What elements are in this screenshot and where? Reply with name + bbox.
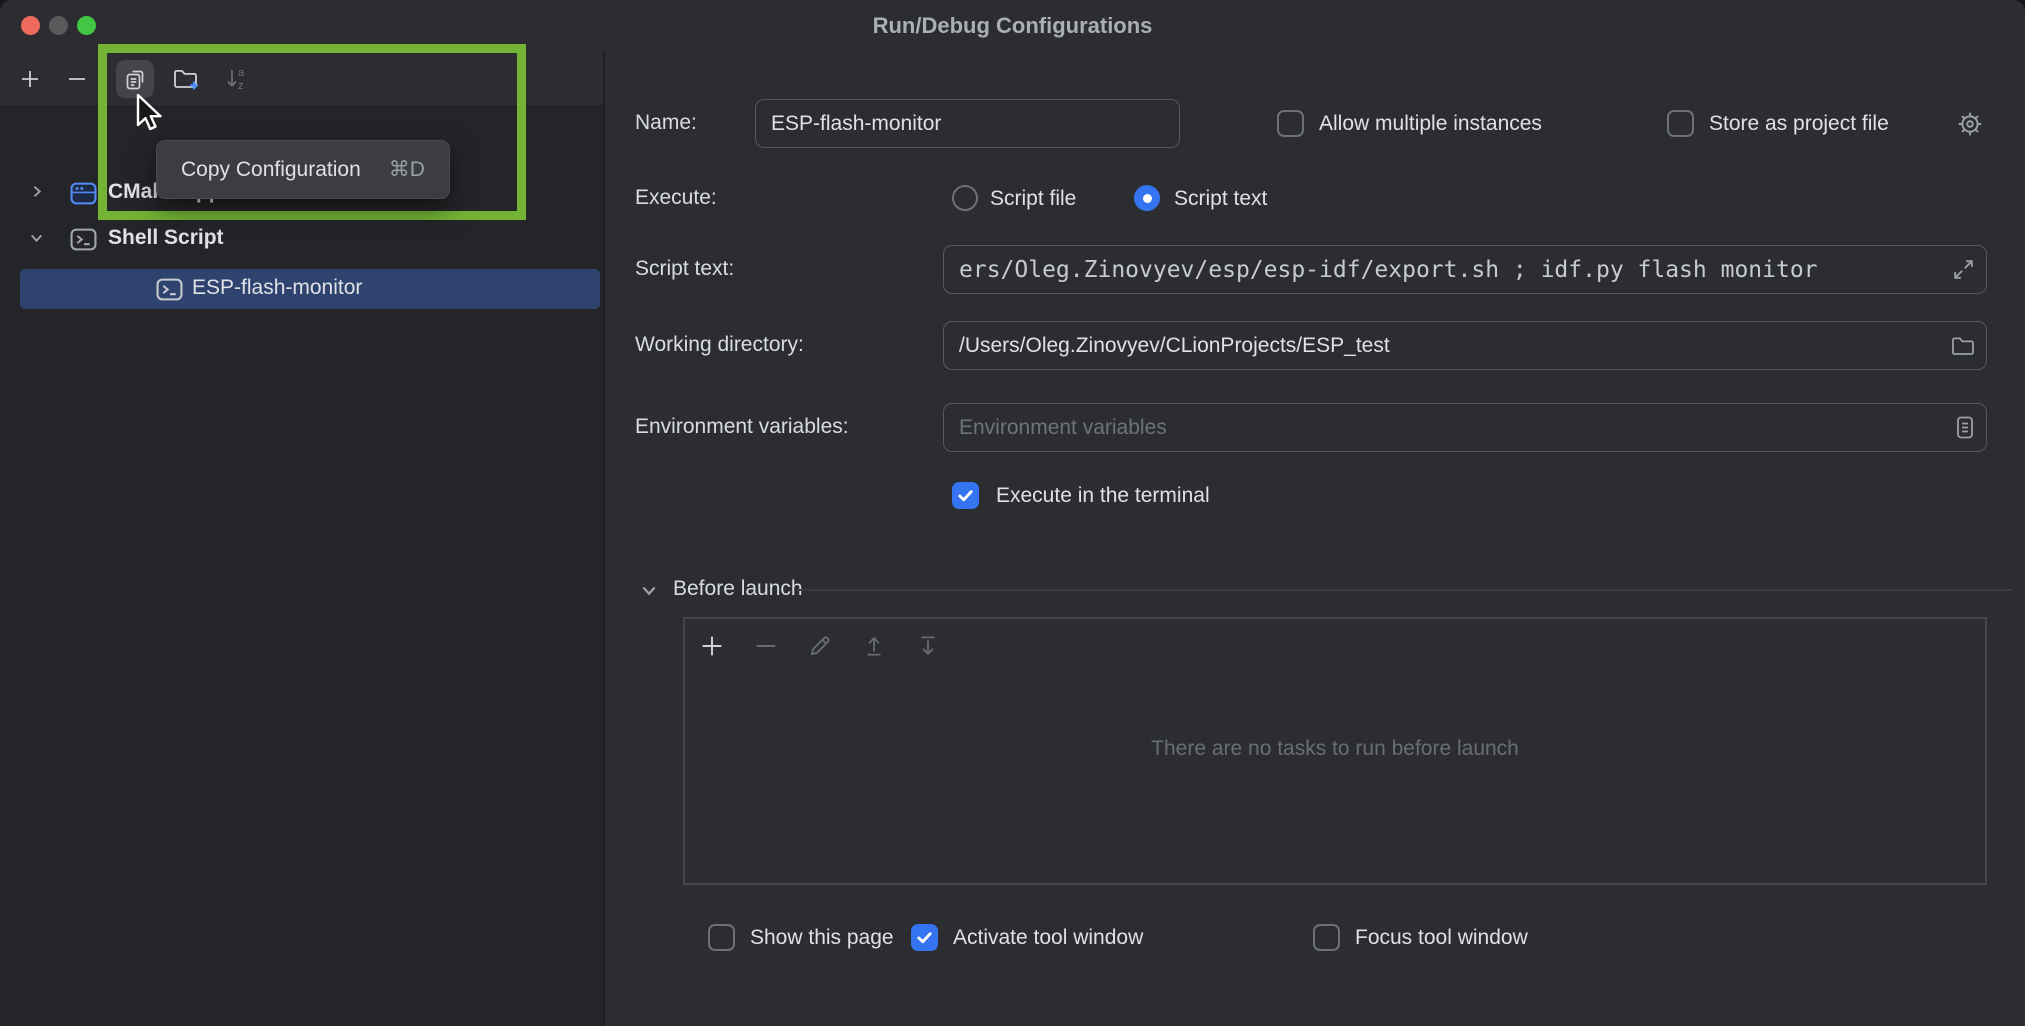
store-as-project-file-checkbox[interactable]: [1667, 110, 1694, 137]
tree-item-label: Shell Script: [108, 226, 224, 250]
working-directory-field[interactable]: [943, 321, 1987, 370]
expand-icon[interactable]: [1950, 256, 1977, 283]
remove-icon: [65, 67, 89, 91]
tree-item-esp-flash-monitor[interactable]: ESP-flash-monitor: [0, 269, 603, 309]
configuration-form: Name: Allow multiple instances Store as …: [605, 52, 2025, 1026]
script-text-field[interactable]: [943, 245, 1987, 294]
tree-item-label: ESP-flash-monitor: [192, 276, 362, 300]
environment-variables-field[interactable]: [943, 403, 1987, 452]
allow-multiple-instances-label: Allow multiple instances: [1319, 112, 1542, 136]
script-text-input[interactable]: [944, 257, 1950, 283]
store-as-project-file-label: Store as project file: [1709, 112, 1889, 136]
add-icon: [698, 632, 726, 660]
focus-tool-window-label[interactable]: Focus tool window: [1355, 926, 1528, 950]
configurations-tree: CMake Application Shell Script: [0, 107, 603, 1026]
no-tasks-message: There are no tasks to run before launch: [685, 737, 1985, 761]
working-directory-input[interactable]: [944, 334, 1949, 358]
window-title: Run/Debug Configurations: [0, 13, 2025, 39]
terminal-icon: [70, 227, 97, 252]
name-field[interactable]: [755, 99, 1180, 148]
application-icon: [70, 181, 97, 206]
section-divider: [797, 589, 2012, 591]
add-configuration-button[interactable]: [11, 60, 49, 98]
before-launch-title[interactable]: Before launch: [673, 577, 803, 601]
show-this-page-label[interactable]: Show this page: [750, 926, 894, 950]
execute-in-terminal-checkbox[interactable]: [952, 482, 979, 509]
remove-configuration-button[interactable]: [58, 60, 96, 98]
browse-variables-icon[interactable]: [1953, 414, 1977, 441]
move-up-icon: [860, 632, 888, 660]
script-file-radio[interactable]: [952, 185, 978, 211]
gear-icon[interactable]: [1955, 109, 1985, 139]
working-directory-label: Working directory:: [635, 333, 804, 357]
show-this-page-checkbox[interactable]: [708, 924, 735, 951]
script-text-radio[interactable]: [1134, 185, 1160, 211]
terminal-icon: [156, 277, 183, 302]
name-input[interactable]: [756, 112, 1179, 136]
environment-variables-input[interactable]: [944, 416, 1953, 440]
move-task-down-button[interactable]: [913, 631, 943, 661]
edit-icon: [806, 632, 834, 660]
before-launch-task-panel: There are no tasks to run before launch: [683, 617, 1987, 885]
remove-icon: [752, 632, 780, 660]
name-label: Name:: [635, 111, 697, 135]
execute-in-terminal-label[interactable]: Execute in the terminal: [996, 484, 1210, 508]
activate-tool-window-label[interactable]: Activate tool window: [953, 926, 1143, 950]
execute-label: Execute:: [635, 186, 717, 210]
focus-tool-window-checkbox[interactable]: [1313, 924, 1340, 951]
move-down-icon: [914, 632, 942, 660]
add-task-button[interactable]: [697, 631, 727, 661]
folder-icon[interactable]: [1949, 333, 1977, 359]
mouse-cursor: [130, 92, 168, 134]
environment-variables-label: Environment variables:: [635, 415, 849, 439]
tooltip-label: Copy Configuration: [181, 158, 361, 182]
tree-item-shell-script[interactable]: Shell Script: [0, 219, 603, 259]
copy-configuration-tooltip: Copy Configuration ⌘D: [156, 140, 450, 199]
tooltip-shortcut: ⌘D: [389, 157, 425, 182]
run-debug-configurations-dialog: Run/Debug Configurations: [0, 0, 2025, 1026]
allow-multiple-instances-checkbox[interactable]: [1277, 110, 1304, 137]
add-icon: [18, 67, 42, 91]
script-text-radio-label[interactable]: Script text: [1174, 187, 1267, 211]
remove-task-button[interactable]: [751, 631, 781, 661]
chevron-right-icon[interactable]: [28, 183, 45, 200]
script-file-radio-label[interactable]: Script file: [990, 187, 1076, 211]
chevron-down-icon[interactable]: [28, 229, 45, 246]
edit-task-button[interactable]: [805, 631, 835, 661]
activate-tool-window-checkbox[interactable]: [911, 924, 938, 951]
chevron-down-icon[interactable]: [639, 580, 659, 600]
script-text-label: Script text:: [635, 257, 734, 281]
move-task-up-button[interactable]: [859, 631, 889, 661]
